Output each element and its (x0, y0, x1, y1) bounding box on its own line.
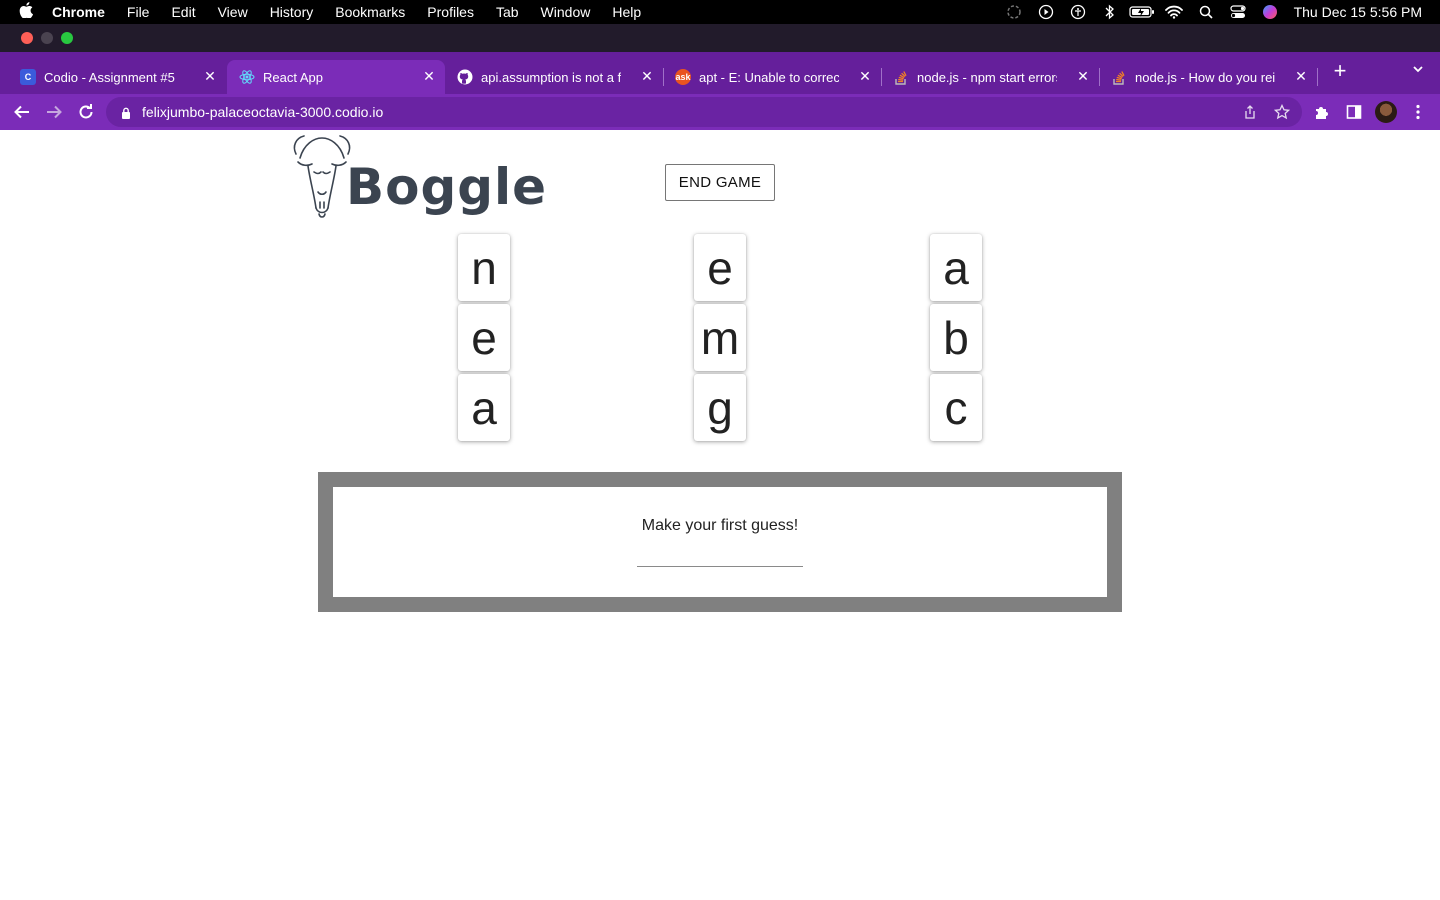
tab-github-issue[interactable]: api.assumption is not a fun ✕ (445, 60, 663, 94)
tab-search-chevron-icon[interactable] (1406, 62, 1430, 86)
board-tile[interactable]: a (458, 374, 510, 441)
tab-strip: C Codio - Assignment #5 ✕ React App ✕ ap… (0, 52, 1440, 94)
side-panel-icon[interactable] (1342, 100, 1366, 124)
url-text[interactable]: felixjumbo-palaceoctavia-3000.codio.io (142, 104, 383, 120)
tab-title: node.js - How do you reinsta (1135, 69, 1275, 85)
board-tile[interactable]: n (458, 234, 510, 301)
wifi-icon[interactable] (1158, 0, 1190, 24)
board-tile[interactable]: b (930, 304, 982, 371)
window-titlebar (0, 24, 1440, 52)
tab-askubuntu[interactable]: ask apt - E: Unable to correct p ✕ (663, 60, 881, 94)
tab-title: api.assumption is not a fun (481, 69, 621, 85)
guess-prompt: Make your first guess! (641, 517, 799, 534)
reload-icon[interactable] (74, 100, 98, 124)
tab-stackoverflow-npm[interactable]: node.js - npm start errors w ✕ (881, 60, 1099, 94)
close-tab-icon[interactable]: ✕ (421, 68, 437, 85)
battery-icon[interactable] (1126, 0, 1158, 24)
minimize-window-button[interactable] (41, 32, 53, 44)
new-tab-plus-icon[interactable]: + (1328, 60, 1352, 84)
close-window-button[interactable] (21, 32, 33, 44)
bison-head-icon (293, 135, 351, 218)
github-icon (457, 69, 473, 85)
close-tab-icon[interactable]: ✕ (857, 68, 873, 85)
guess-panel-inner: Make your first guess! (333, 487, 1107, 597)
forward-arrow-icon[interactable] (42, 100, 66, 124)
tab-react-app[interactable]: React App ✕ (227, 60, 445, 94)
menu-tab[interactable]: Tab (485, 0, 530, 24)
menu-view[interactable]: View (207, 0, 259, 24)
board-tile[interactable]: c (930, 374, 982, 441)
logo-wordmark: Boggle (346, 158, 548, 216)
macos-menu-bar: Chrome File Edit View History Bookmarks … (0, 0, 1440, 24)
tab-stackoverflow-reinstall[interactable]: node.js - How do you reinsta ✕ (1099, 60, 1317, 94)
menu-help[interactable]: Help (601, 0, 652, 24)
profile-avatar[interactable] (1375, 101, 1397, 123)
bluetooth-icon[interactable] (1094, 0, 1126, 24)
guess-panel: Make your first guess! (318, 472, 1122, 612)
guess-input[interactable] (637, 549, 803, 567)
askubuntu-icon: ask (675, 69, 691, 85)
control-center-icon[interactable] (1222, 0, 1254, 24)
tab-title: React App (263, 69, 323, 85)
menu-file[interactable]: File (116, 0, 161, 24)
siri-icon[interactable] (1254, 0, 1286, 24)
back-arrow-icon[interactable] (10, 100, 34, 124)
address-bar[interactable]: felixjumbo-palaceoctavia-3000.codio.io (106, 97, 1302, 127)
board-tile[interactable]: m (694, 304, 746, 371)
menu-app-name[interactable]: Chrome (52, 0, 116, 24)
stackoverflow-icon (893, 69, 909, 85)
page-viewport: Boggle END GAME n e a e m b a g c Make y… (0, 130, 1440, 900)
share-icon[interactable] (1240, 102, 1260, 122)
end-game-button[interactable]: END GAME (665, 164, 775, 201)
tab-separator (1317, 68, 1318, 86)
board-tile[interactable]: a (930, 234, 982, 301)
bookmark-star-icon[interactable] (1272, 102, 1292, 122)
stackoverflow-icon (1111, 69, 1127, 85)
close-tab-icon[interactable]: ✕ (202, 68, 218, 85)
lock-icon[interactable] (120, 106, 132, 119)
menu-profiles[interactable]: Profiles (416, 0, 485, 24)
tab-title: Codio - Assignment #5 (44, 69, 175, 85)
browser-toolbar: felixjumbo-palaceoctavia-3000.codio.io (0, 94, 1440, 130)
focus-moon-icon[interactable] (998, 0, 1030, 24)
kebab-menu-icon[interactable] (1406, 100, 1430, 124)
tab-title: apt - E: Unable to correct p (699, 69, 839, 85)
zoom-window-button[interactable] (61, 32, 73, 44)
extensions-puzzle-icon[interactable] (1310, 100, 1334, 124)
board-tile[interactable]: g (694, 374, 746, 441)
menu-window[interactable]: Window (530, 0, 602, 24)
react-icon (239, 69, 255, 85)
board-tile[interactable]: e (458, 304, 510, 371)
menu-history[interactable]: History (259, 0, 325, 24)
close-tab-icon[interactable]: ✕ (1075, 68, 1091, 85)
menubar-clock[interactable]: Thu Dec 15 5:56 PM (1286, 4, 1440, 20)
board-tile[interactable]: e (694, 234, 746, 301)
apple-menu-icon[interactable] (0, 2, 52, 22)
accessibility-icon[interactable] (1062, 0, 1094, 24)
tab-codio[interactable]: C Codio - Assignment #5 ✕ (8, 60, 226, 94)
menu-bookmarks[interactable]: Bookmarks (324, 0, 416, 24)
spotlight-search-icon[interactable] (1190, 0, 1222, 24)
menu-edit[interactable]: Edit (160, 0, 206, 24)
tab-title: node.js - npm start errors w (917, 69, 1057, 85)
codio-icon: C (20, 69, 36, 85)
play-icon[interactable] (1030, 0, 1062, 24)
close-tab-icon[interactable]: ✕ (1293, 68, 1309, 85)
close-tab-icon[interactable]: ✕ (639, 68, 655, 85)
